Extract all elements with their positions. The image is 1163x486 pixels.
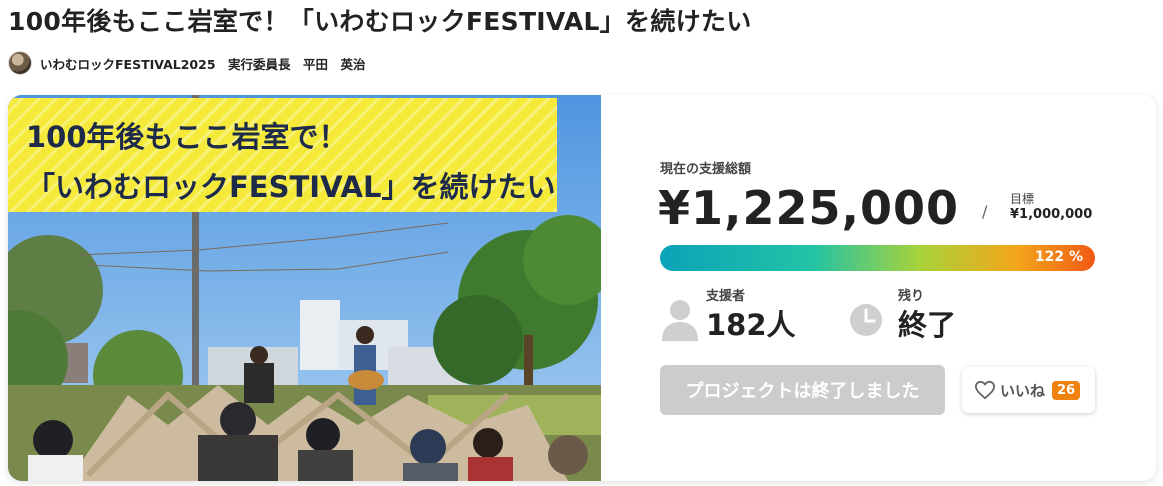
owner-name[interactable]: いわむロックFESTIVAL2025 実行委員長 平田 英治 — [40, 54, 366, 73]
like-label: いいね — [1000, 381, 1046, 400]
goal-amount: ¥1,000,000 — [1010, 207, 1093, 222]
person-icon — [662, 300, 698, 341]
funding-panel: 現在の支援総額 ¥1,225,000 / 目標 ¥1,000,000 122 %… — [601, 95, 1156, 481]
project-ended-button[interactable]: プロジェクトは終了しました — [660, 365, 945, 415]
like-count-badge: 26 — [1052, 380, 1081, 400]
heart-icon — [975, 380, 995, 400]
project-card: 100年後もここ岩室で！ 「いわむロックFESTIVAL」を続けたい 現在の支援… — [8, 95, 1156, 481]
amount-separator: / — [982, 202, 988, 221]
progress-percent: 122 % — [1034, 249, 1083, 265]
supporters-value: 182人 — [706, 308, 796, 342]
funding-progress-bar: 122 % — [660, 245, 1095, 271]
goal-label: 目標 — [1010, 192, 1035, 206]
page-title: 100年後もここ岩室で！「いわむロックFESTIVAL」を続けたい — [8, 7, 752, 36]
banner-line-1: 100年後もここ岩室で！ — [26, 120, 348, 154]
hero-image: 100年後もここ岩室で！ 「いわむロックFESTIVAL」を続けたい — [8, 95, 601, 481]
project-owner[interactable]: いわむロックFESTIVAL2025 実行委員長 平田 英治 — [8, 50, 366, 76]
remaining-value: 終了 — [898, 308, 957, 342]
like-button[interactable]: いいね 26 — [962, 367, 1095, 413]
clock-icon — [850, 304, 882, 336]
raised-amount: ¥1,225,000 — [658, 181, 960, 235]
avatar[interactable] — [8, 51, 32, 75]
hero-banner: 100年後もここ岩室で！ 「いわむロックFESTIVAL」を続けたい — [8, 98, 557, 212]
banner-line-2: 「いわむロックFESTIVAL」を続けたい — [26, 170, 556, 204]
raised-label: 現在の支援総額 — [660, 162, 752, 177]
